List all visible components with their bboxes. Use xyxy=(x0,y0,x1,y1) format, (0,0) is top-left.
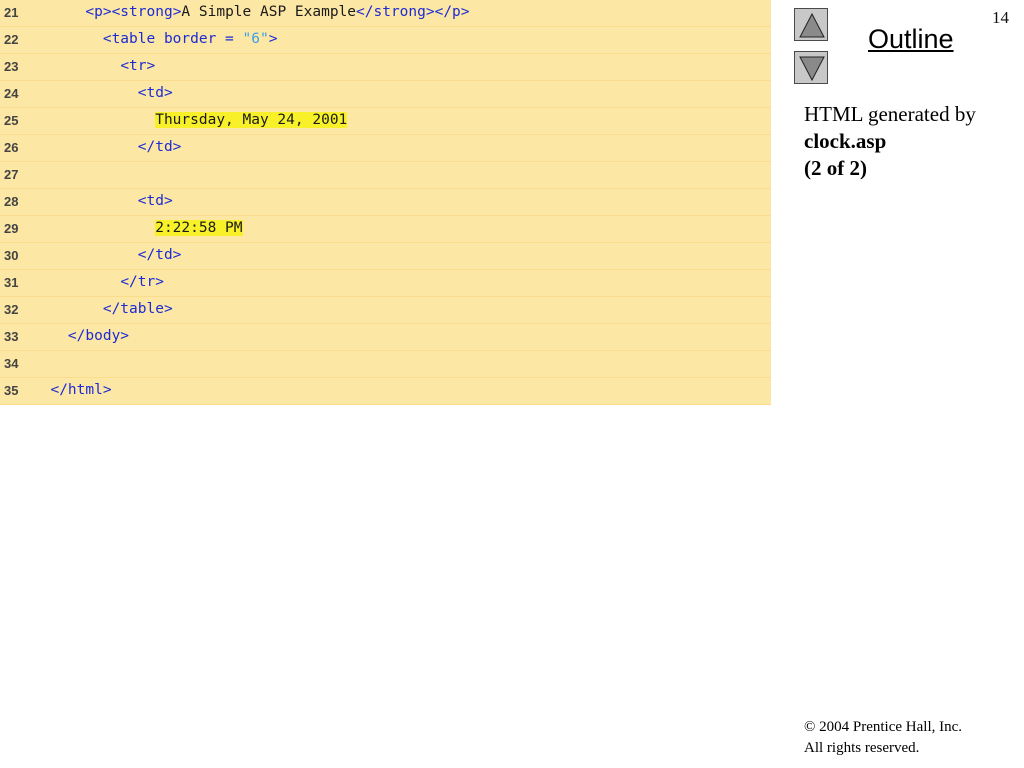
code-text: </tr> xyxy=(33,274,164,290)
caption-line-1: HTML generated by xyxy=(804,102,976,126)
line-number: 33 xyxy=(4,329,19,344)
code-token: </table> xyxy=(102,301,173,317)
code-line: 31 </tr> xyxy=(0,270,771,297)
code-line: 27 xyxy=(0,162,771,189)
triangle-down-icon xyxy=(799,56,825,82)
slide-caption: HTML generated by clock.asp (2 of 2) xyxy=(804,101,1014,182)
line-number: 26 xyxy=(4,140,19,155)
line-number: 35 xyxy=(4,383,19,398)
code-token: <p><strong> xyxy=(85,4,182,20)
caption-page-count: (2 of 2) xyxy=(804,156,867,180)
code-token: <tr> xyxy=(120,58,156,74)
code-line: 25 Thursday, May 24, 2001 xyxy=(0,108,771,135)
code-line: 33 </body> xyxy=(0,324,771,351)
code-text: </td> xyxy=(33,247,182,263)
code-text: Thursday, May 24, 2001 xyxy=(33,112,348,128)
code-line: 35 </html> xyxy=(0,378,771,405)
line-number: 28 xyxy=(4,194,19,209)
line-number: 24 xyxy=(4,86,19,101)
code-line: 23 <tr> xyxy=(0,54,771,81)
code-token: </td> xyxy=(137,247,182,263)
next-slide-button[interactable] xyxy=(794,51,828,84)
code-token: > xyxy=(268,31,278,47)
code-line: 32 </table> xyxy=(0,297,771,324)
previous-slide-button[interactable] xyxy=(794,8,828,41)
line-number: 25 xyxy=(4,113,19,128)
code-text: <table border = "6"> xyxy=(33,31,278,47)
code-token: </body> xyxy=(67,328,130,344)
code-line: 26 </td> xyxy=(0,135,771,162)
code-token: <td> xyxy=(137,85,173,101)
code-line: 21 <p><strong>A Simple ASP Example</stro… xyxy=(0,0,771,27)
line-number: 31 xyxy=(4,275,19,290)
highlighted-output: Thursday, May 24, 2001 xyxy=(155,112,348,128)
line-number: 30 xyxy=(4,248,19,263)
code-token: A Simple ASP Example xyxy=(181,4,357,20)
code-token: <table border = xyxy=(102,31,243,47)
code-line: 28 <td> xyxy=(0,189,771,216)
copyright-line-1: © 2004 Prentice Hall, Inc. xyxy=(804,719,963,735)
code-line: 30 </td> xyxy=(0,243,771,270)
copyright-line-2: All rights reserved. xyxy=(804,740,920,756)
code-token: <td> xyxy=(137,193,173,209)
code-text: 2:22:58 PM xyxy=(33,220,243,236)
code-text: </body> xyxy=(33,328,129,344)
code-listing: 21 <p><strong>A Simple ASP Example</stro… xyxy=(0,0,771,405)
caption-filename: clock.asp xyxy=(804,129,887,153)
line-number: 22 xyxy=(4,32,19,47)
slide-number: 14 xyxy=(992,8,1009,27)
code-token: </td> xyxy=(137,139,182,155)
highlighted-output: 2:22:58 PM xyxy=(155,220,243,236)
code-line: 24 <td> xyxy=(0,81,771,108)
code-line: 22 <table border = "6"> xyxy=(0,27,771,54)
code-text: <p><strong>A Simple ASP Example</strong>… xyxy=(33,4,470,20)
triangle-up-icon xyxy=(799,12,825,38)
code-token: "6" xyxy=(242,31,269,47)
code-text: <td> xyxy=(33,85,173,101)
code-line: 29 2:22:58 PM xyxy=(0,216,771,243)
code-text: <tr> xyxy=(33,58,155,74)
line-number: 27 xyxy=(4,167,19,182)
code-text: <td> xyxy=(33,193,173,209)
code-token: </html> xyxy=(50,382,112,398)
line-number: 21 xyxy=(4,5,19,20)
code-text: </table> xyxy=(33,301,173,317)
outline-link[interactable]: Outline xyxy=(868,24,954,55)
code-text: </html> xyxy=(33,382,112,398)
code-token: </strong></p> xyxy=(356,4,470,20)
line-number: 34 xyxy=(4,356,19,371)
line-number: 29 xyxy=(4,221,19,236)
line-number: 23 xyxy=(4,59,19,74)
copyright-notice: © 2004 Prentice Hall, Inc. All rights re… xyxy=(804,717,962,759)
line-number: 32 xyxy=(4,302,19,317)
code-text: </td> xyxy=(33,139,182,155)
code-line: 34 xyxy=(0,351,771,378)
code-token: </tr> xyxy=(120,274,164,290)
